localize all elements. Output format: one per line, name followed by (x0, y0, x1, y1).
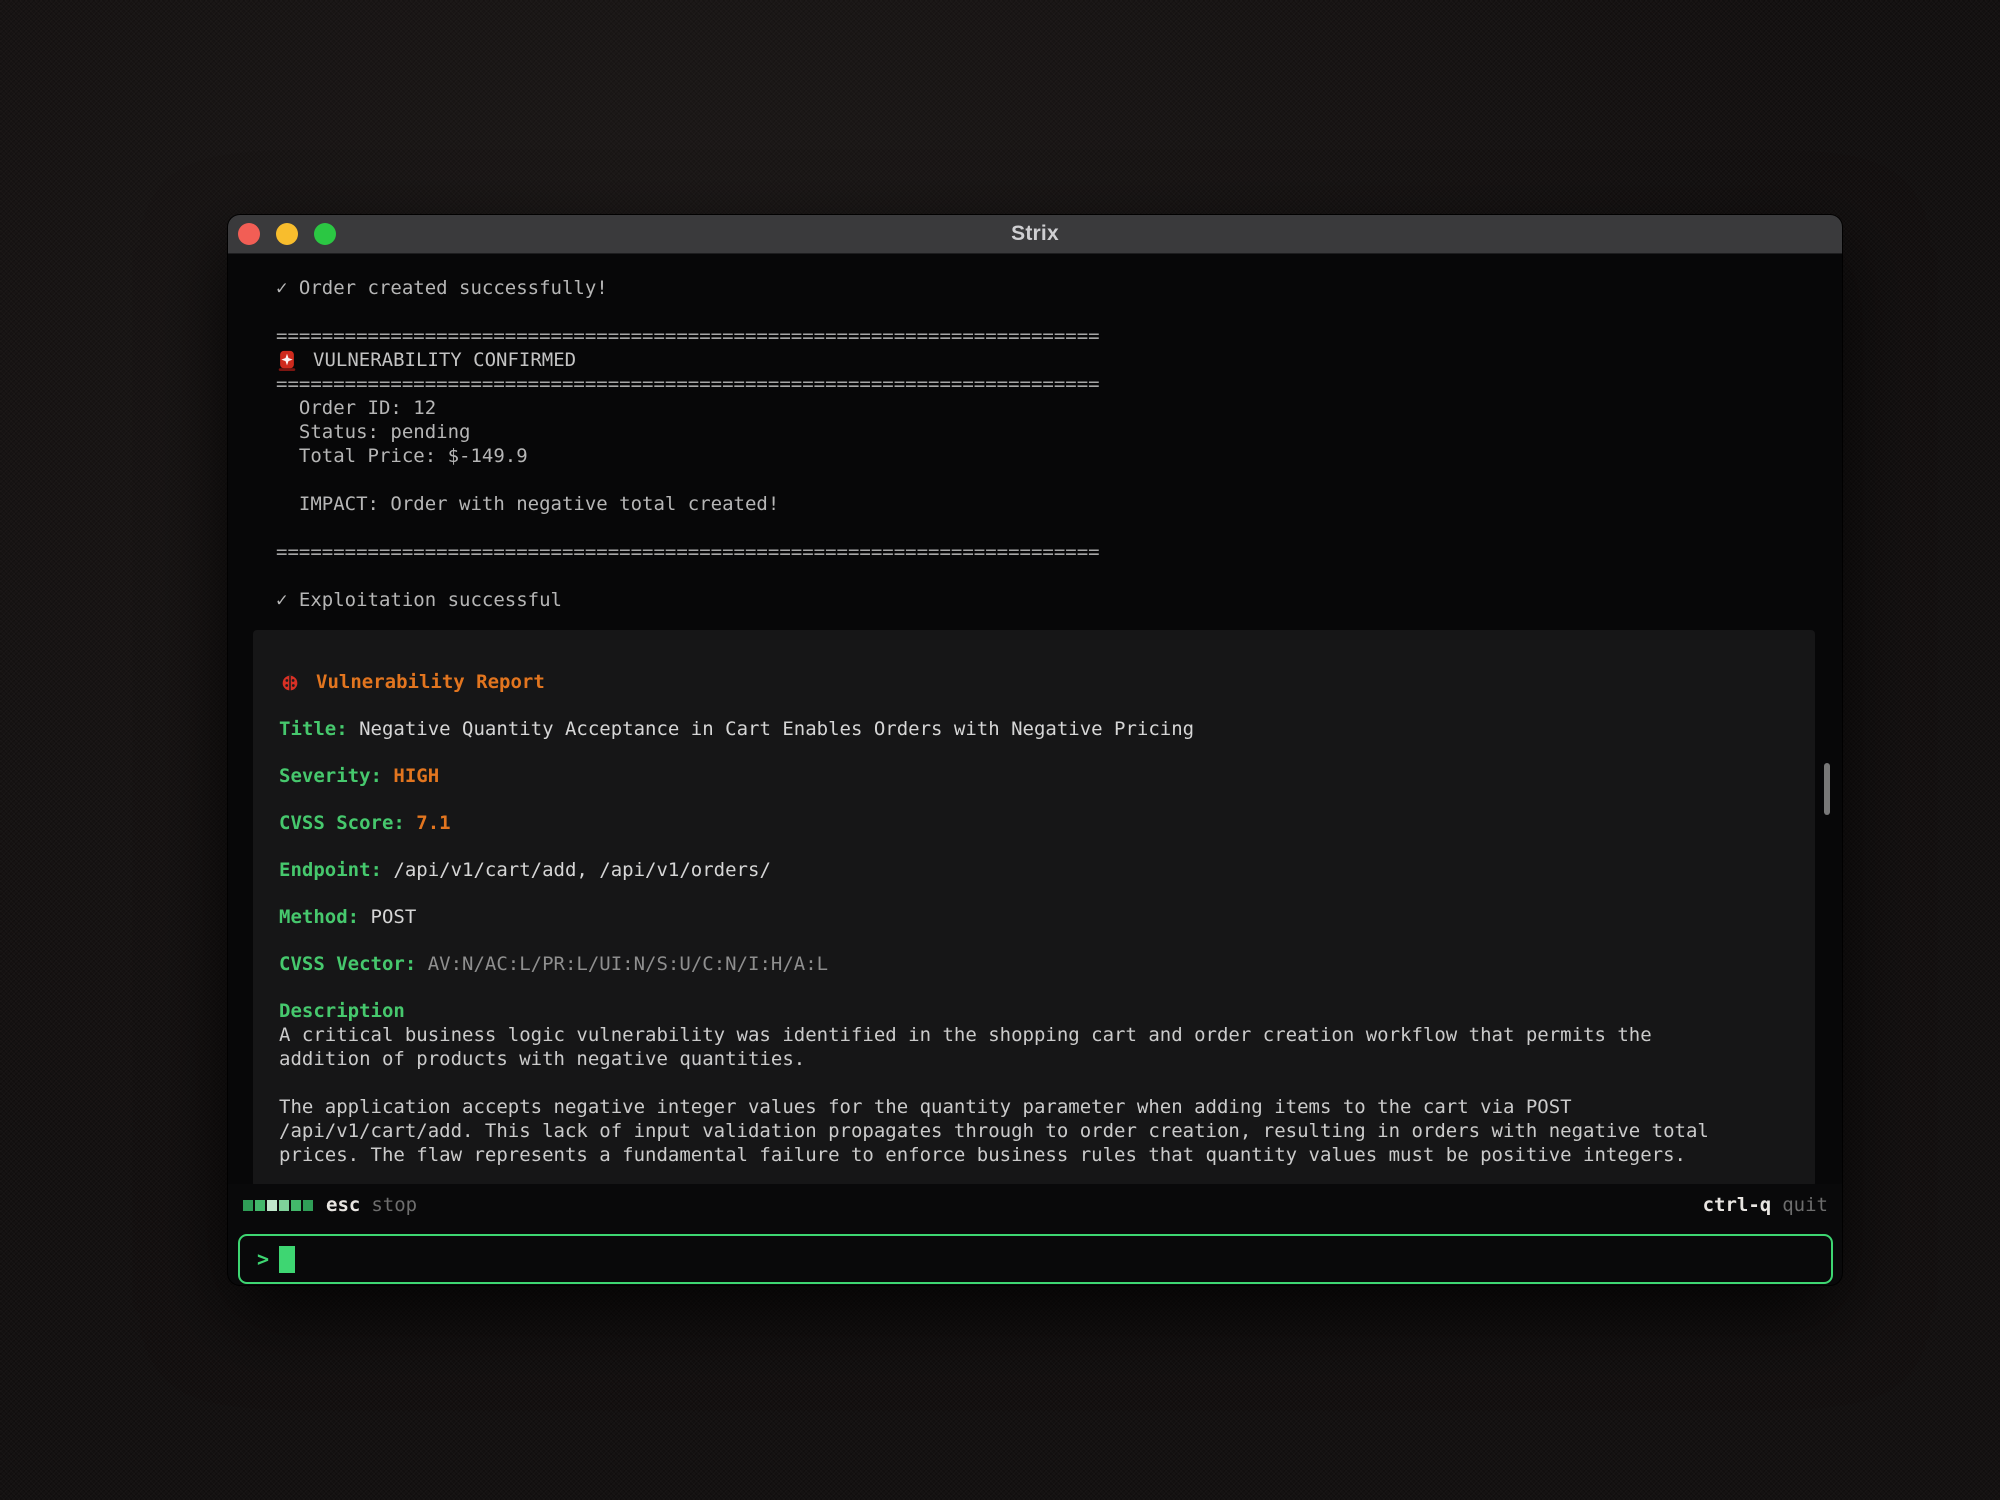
minimize-button[interactable] (276, 223, 298, 245)
report-description-section: Description A critical business logic vu… (279, 999, 1789, 1167)
description-paragraph: A critical business logic vulnerability … (279, 1023, 1732, 1071)
command-input-area: > (228, 1226, 1842, 1285)
separator-line: ========================================… (276, 540, 1842, 564)
report-heading-text: Vulnerability Report (316, 670, 545, 694)
exploitation-success-line: ✓ Exploitation successful (276, 588, 1842, 612)
order-id-line: Order ID: 12 (276, 396, 1842, 420)
activity-spinner (243, 1200, 313, 1211)
window-titlebar[interactable]: Strix (228, 215, 1842, 254)
report-field-cvss-score: CVSS Score: 7.1 (279, 811, 1789, 835)
command-input[interactable]: > (238, 1234, 1833, 1284)
report-field-cvss-vector: CVSS Vector: AV:N/AC:L/PR:L/UI:N/S:U/C:N/… (279, 952, 1789, 976)
total-price-line: Total Price: $-149.9 (276, 444, 1842, 468)
traffic-light-buttons (238, 223, 336, 245)
esc-key-hint: esc (326, 1194, 360, 1216)
field-value: /api/v1/cart/add, /api/v1/orders/ (393, 859, 771, 881)
siren-icon (276, 349, 298, 372)
report-field-severity: Severity: HIGH (279, 764, 1789, 788)
field-label: CVSS Score: (279, 812, 405, 834)
impact-line: IMPACT: Order with negative total create… (276, 492, 1842, 516)
order-success-line: ✓ Order created successfully! (276, 276, 1842, 300)
report-field-endpoint: Endpoint: /api/v1/cart/add, /api/v1/order… (279, 858, 1789, 882)
severity-badge: HIGH (393, 765, 439, 787)
scrollbar-thumb[interactable] (1824, 763, 1830, 815)
zoom-button[interactable] (314, 223, 336, 245)
vulnerability-confirmed-heading: VULNERABILITY CONFIRMED (276, 348, 1842, 372)
description-paragraph: The application accepts negative integer… (279, 1095, 1732, 1167)
field-value: POST (371, 906, 417, 928)
status-bar: esc stop ctrl-q quit (228, 1184, 1842, 1226)
text-cursor (279, 1246, 295, 1273)
report-field-method: Method: POST (279, 905, 1789, 929)
window-title: Strix (1011, 222, 1059, 246)
report-heading-row: Vulnerability Report (279, 670, 1789, 694)
quit-key-hint: ctrl-q (1703, 1194, 1772, 1216)
field-label: Endpoint: (279, 859, 382, 881)
quit-action-label: quit (1782, 1194, 1828, 1216)
report-field-title: Title: Negative Quantity Acceptance in Ca… (279, 717, 1789, 741)
strix-terminal-window: Strix ✓ Order created successfully! ====… (228, 215, 1842, 1285)
desktop-background: Strix ✓ Order created successfully! ====… (0, 0, 2000, 1500)
field-value: Negative Quantity Acceptance in Cart Ena… (359, 718, 1194, 740)
close-button[interactable] (238, 223, 260, 245)
prompt-symbol: > (257, 1247, 269, 1271)
field-value: 7.1 (416, 812, 450, 834)
terminal-output-area: ✓ Order created successfully! ==========… (228, 254, 1842, 1184)
field-label: Severity: (279, 765, 382, 787)
vulnerability-report-card: Vulnerability Report Title: Negative Quan… (253, 630, 1815, 1184)
field-label: Method: (279, 906, 359, 928)
description-heading: Description (279, 999, 1789, 1023)
ladybug-icon (279, 671, 301, 693)
field-value: AV:N/AC:L/PR:L/UI:N/S:U/C:N/I:H/A:L (428, 953, 828, 975)
separator-line: ========================================… (276, 372, 1842, 396)
separator-line: ========================================… (276, 324, 1842, 348)
field-label: CVSS Vector: (279, 953, 416, 975)
order-status-line: Status: pending (276, 420, 1842, 444)
field-label: Title: (279, 718, 348, 740)
esc-action-label: stop (371, 1194, 417, 1216)
confirmed-heading-text: VULNERABILITY CONFIRMED (313, 348, 576, 372)
